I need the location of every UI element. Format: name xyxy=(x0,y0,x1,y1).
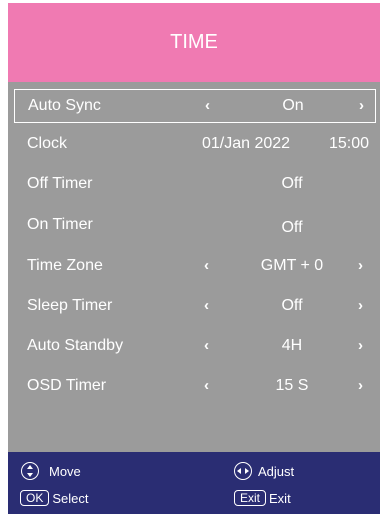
sleep-timer-value: Off xyxy=(281,297,303,314)
chevron-left-icon[interactable]: ‹ xyxy=(204,377,209,394)
osd-timer-row[interactable]: OSD Timer ‹ 15 S › xyxy=(14,369,376,403)
adjust-hint-label: Adjust xyxy=(258,463,295,479)
auto-standby-row[interactable]: Auto Standby ‹ 4H › xyxy=(14,329,376,363)
chevron-right-icon[interactable]: › xyxy=(358,297,363,314)
on-timer-value: Off xyxy=(281,218,303,236)
clock-time-value: 15:00 xyxy=(329,135,370,152)
chevron-right-icon[interactable]: › xyxy=(359,97,364,114)
left-right-icon xyxy=(234,462,252,480)
sleep-timer-label: Sleep Timer xyxy=(27,297,113,314)
select-hint: OK Select xyxy=(20,490,88,506)
chevron-right-icon[interactable]: › xyxy=(358,257,363,274)
exit-hint-label: Exit xyxy=(269,490,291,506)
chevron-right-icon[interactable]: › xyxy=(358,337,363,354)
up-down-icon xyxy=(21,462,39,480)
menu-title: TIME xyxy=(170,31,218,53)
move-hint-label: Move xyxy=(49,463,81,479)
auto-sync-row[interactable]: Auto Sync ‹ On › xyxy=(14,89,376,123)
chevron-left-icon[interactable]: ‹ xyxy=(204,297,209,314)
off-timer-label: Off Timer xyxy=(27,175,93,192)
time-menu: TIME Auto Sync ‹ On › Clock 01/Jan 2022 … xyxy=(8,3,380,514)
off-timer-value: Off xyxy=(281,175,303,192)
on-timer-label: On Timer xyxy=(27,216,93,233)
sleep-timer-row[interactable]: Sleep Timer ‹ Off › xyxy=(14,289,376,323)
adjust-hint: Adjust xyxy=(234,462,294,480)
menu-header: TIME xyxy=(8,3,380,82)
time-zone-value: GMT + 0 xyxy=(260,257,324,274)
osd-timer-value: 15 S xyxy=(275,377,309,394)
ok-key-badge: OK xyxy=(20,490,50,506)
auto-standby-label: Auto Standby xyxy=(27,337,124,354)
on-timer-row[interactable]: On Timer Off xyxy=(14,208,376,242)
button-hint-bar: Move Adjust OK Select Exit Exit xyxy=(8,452,380,514)
off-timer-row[interactable]: Off Timer Off xyxy=(14,167,376,201)
chevron-right-icon[interactable]: › xyxy=(358,377,363,394)
clock-label: Clock xyxy=(27,135,68,152)
time-zone-label: Time Zone xyxy=(27,257,103,274)
osd-timer-label: OSD Timer xyxy=(27,377,107,394)
exit-key-badge: Exit xyxy=(234,490,267,506)
select-hint-label: Select xyxy=(52,490,89,506)
move-hint: Move xyxy=(21,462,81,480)
auto-standby-value: 4H xyxy=(281,337,303,354)
exit-hint: Exit Exit xyxy=(234,490,291,506)
chevron-left-icon[interactable]: ‹ xyxy=(204,257,209,274)
time-zone-row[interactable]: Time Zone ‹ GMT + 0 › xyxy=(14,249,376,283)
clock-row[interactable]: Clock 01/Jan 2022 15:00 xyxy=(14,127,376,161)
chevron-left-icon[interactable]: ‹ xyxy=(204,337,209,354)
auto-sync-value: On xyxy=(282,97,304,114)
clock-date-value: 01/Jan 2022 xyxy=(202,135,291,152)
auto-sync-label: Auto Sync xyxy=(28,97,101,114)
chevron-left-icon[interactable]: ‹ xyxy=(205,97,210,114)
